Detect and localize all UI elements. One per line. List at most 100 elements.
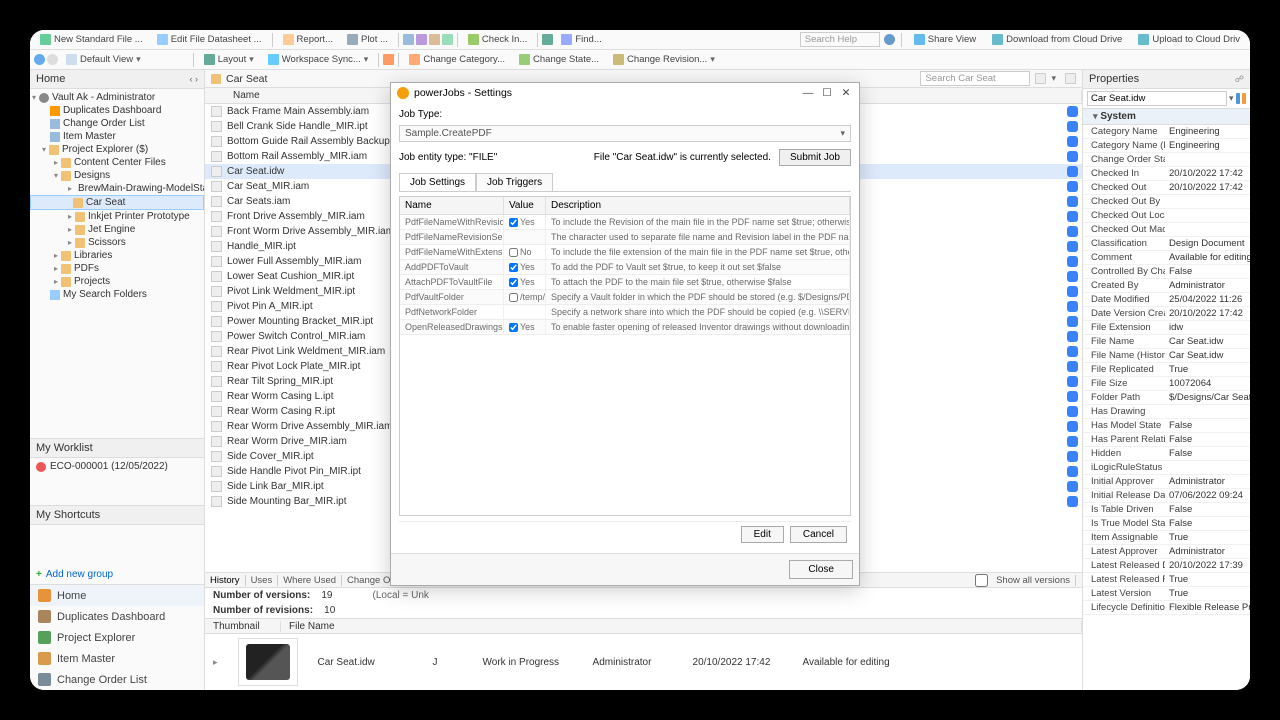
workspace-sync-button[interactable]: Workspace Sync...▾ — [262, 52, 375, 67]
setting-row[interactable]: OpenReleasedDrawingsFast YesTo enable fa… — [400, 320, 850, 335]
worklist-item[interactable]: ECO-000001 (12/05/2022) — [30, 458, 204, 475]
file-icon — [211, 331, 222, 342]
share-view-button[interactable]: Share View — [908, 32, 982, 47]
tb-icon[interactable] — [429, 34, 440, 45]
close-button[interactable]: Close — [789, 560, 853, 579]
tb-icon[interactable] — [403, 34, 414, 45]
tab-job-triggers[interactable]: Job Triggers — [476, 173, 553, 191]
property-row: Controlled By Change ...False — [1083, 265, 1250, 279]
entity-type-label: Job entity type: "FILE" — [399, 152, 497, 163]
secondary-toolbar: Default View▾ Layout▾ Workspace Sync...▾… — [30, 50, 1250, 70]
maximize-icon[interactable]: ☐ — [820, 87, 834, 99]
add-icon[interactable] — [1236, 93, 1240, 104]
tb-icon[interactable] — [416, 34, 427, 45]
new-std-file-button[interactable]: New Standard File ... — [34, 32, 149, 47]
status-dot — [1067, 211, 1078, 222]
file-icon — [211, 166, 222, 177]
status-dot — [1067, 331, 1078, 342]
home-panel-header: Home‹ › — [30, 70, 204, 89]
show-all-checkbox[interactable] — [975, 574, 988, 587]
gear-icon[interactable] — [1242, 93, 1246, 104]
property-file-input[interactable] — [1087, 91, 1227, 106]
cancel-button[interactable]: Cancel — [790, 526, 847, 543]
status-dot — [1067, 196, 1078, 207]
fwd-icon[interactable] — [47, 54, 58, 65]
file-icon — [211, 451, 222, 462]
search-icon[interactable] — [1035, 73, 1046, 84]
tree-car-seat[interactable]: Car Seat — [30, 195, 204, 210]
tb-icon[interactable] — [442, 34, 453, 45]
file-icon — [211, 406, 222, 417]
property-row: CommentAvailable for editing — [1083, 251, 1250, 265]
file-icon — [211, 151, 222, 162]
change-revision-button[interactable]: Change Revision...▾ — [607, 52, 721, 67]
tb-icon[interactable] — [383, 54, 394, 65]
change-category-button[interactable]: Change Category... — [403, 52, 511, 67]
file-icon — [211, 391, 222, 402]
properties-list: Category NameEngineeringCategory Name (H… — [1083, 125, 1250, 690]
close-icon[interactable]: ✕ — [839, 87, 853, 99]
file-icon — [211, 181, 222, 192]
edit-datasheet-button[interactable]: Edit File Datasheet ... — [151, 32, 268, 47]
property-row: Checked Out20/10/2022 17:42 — [1083, 181, 1250, 195]
selected-file-label: File "Car Seat.idw" is currently selecte… — [594, 152, 771, 163]
report-button[interactable]: Report... — [277, 32, 339, 47]
nav-duplicates[interactable]: Duplicates Dashboard — [30, 606, 204, 627]
properties-header: Properties☍ — [1083, 70, 1250, 89]
file-icon — [211, 196, 222, 207]
setting-row[interactable]: PdfFileNameRevisionSeparatorThe characte… — [400, 230, 850, 245]
property-row: Checked In20/10/2022 17:42 — [1083, 167, 1250, 181]
jobtype-dropdown[interactable]: Sample.CreatePDF▾ — [399, 125, 851, 142]
status-dot — [1067, 436, 1078, 447]
submit-job-button[interactable]: Submit Job — [779, 149, 851, 166]
property-row: Date Modified25/04/2022 11:26 — [1083, 293, 1250, 307]
nav-tree[interactable]: ▾Vault Ak - Administrator Duplicates Das… — [30, 89, 204, 438]
file-icon — [211, 241, 222, 252]
property-row: Latest Released Date20/10/2022 17:39 — [1083, 559, 1250, 573]
change-state-button[interactable]: Change State... — [513, 52, 605, 67]
file-icon — [211, 436, 222, 447]
help-icon[interactable] — [884, 34, 895, 45]
thumbnail — [238, 638, 298, 686]
property-row: Latest Released RevisionTrue — [1083, 573, 1250, 587]
status-dot — [1067, 151, 1078, 162]
tab-job-settings[interactable]: Job Settings — [399, 173, 476, 191]
setting-row[interactable]: PdfVaultFolder /temp/PDF/Specify a Vault… — [400, 290, 850, 305]
app-icon — [397, 87, 409, 99]
add-group-link[interactable]: +Add new group — [30, 565, 204, 584]
property-row: Date Version Created20/10/2022 17:42 — [1083, 307, 1250, 321]
plot-button[interactable]: Plot ... — [341, 32, 394, 47]
upload-cloud-button[interactable]: Upload to Cloud Driv — [1132, 32, 1246, 47]
tb-icon[interactable] — [542, 34, 553, 45]
setting-row[interactable]: PdfFileNameWithExtension NoTo include th… — [400, 245, 850, 260]
property-row: ClassificationDesign Document — [1083, 237, 1250, 251]
nav-project-explorer[interactable]: Project Explorer — [30, 627, 204, 648]
check-in-button[interactable]: Check In... — [462, 32, 533, 47]
status-dot — [1067, 166, 1078, 177]
layout-dropdown[interactable]: Layout▾ — [198, 52, 260, 67]
minimize-icon[interactable]: — — [801, 87, 815, 99]
filter-icon[interactable] — [1065, 73, 1076, 84]
setting-row[interactable]: PdfFileNameWithRevision YesTo include th… — [400, 215, 850, 230]
setting-row[interactable]: AddPDFToVault YesTo add the PDF to Vault… — [400, 260, 850, 275]
jobtype-label: Job Type: — [399, 109, 851, 120]
nav-item-master[interactable]: Item Master — [30, 648, 204, 669]
file-icon — [211, 286, 222, 297]
search-help-input[interactable]: Search Help — [800, 32, 880, 47]
folder-search-input[interactable]: Search Car Seat — [920, 71, 1030, 86]
setting-row[interactable]: PdfNetworkFolderSpecify a network share … — [400, 305, 850, 320]
system-section[interactable]: ▾ System — [1083, 109, 1250, 125]
preview-row[interactable]: ▸ Car Seat.idw J Work in Progress Admini… — [205, 634, 1082, 690]
find-button[interactable]: Find... — [555, 32, 607, 47]
file-icon — [211, 316, 222, 327]
status-dot — [1067, 136, 1078, 147]
setting-row[interactable]: AttachPDFToVaultFile YesTo attach the PD… — [400, 275, 850, 290]
edit-button[interactable]: Edit — [741, 526, 784, 543]
property-row: HiddenFalse — [1083, 447, 1250, 461]
nav-change-order[interactable]: Change Order List — [30, 669, 204, 690]
property-row: File Size10072064 — [1083, 377, 1250, 391]
nav-home[interactable]: Home — [30, 585, 204, 606]
back-icon[interactable] — [34, 54, 45, 65]
download-cloud-button[interactable]: Download from Cloud Drive — [986, 32, 1128, 47]
default-view-dropdown[interactable]: Default View▾ — [60, 52, 147, 67]
